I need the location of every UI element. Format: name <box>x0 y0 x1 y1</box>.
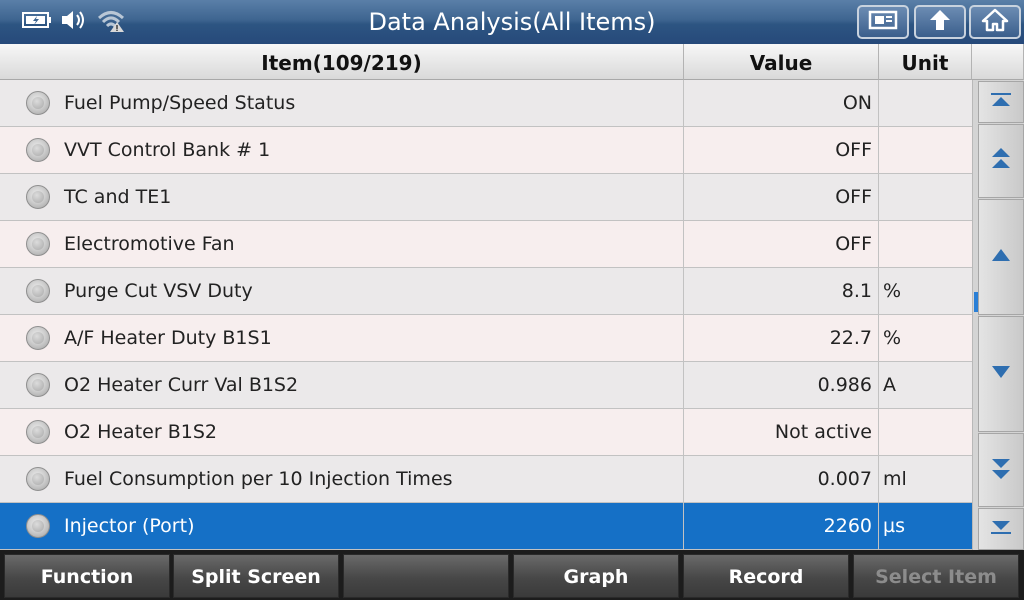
radio-icon[interactable] <box>26 467 50 491</box>
unit-cell <box>879 127 972 173</box>
screenshot-icon <box>868 10 898 34</box>
unit-cell <box>879 221 972 267</box>
item-label: Purge Cut VSV Duty <box>64 280 253 302</box>
item-label: Injector (Port) <box>64 515 195 537</box>
value-cell: ON <box>684 80 879 126</box>
item-label: A/F Heater Duty B1S1 <box>64 327 272 349</box>
unit-cell: µs <box>883 515 905 537</box>
item-cell: O2 Heater B1S2 <box>0 409 684 455</box>
table-row[interactable]: O2 Heater Curr Val B1S2 0.986 A <box>0 362 972 409</box>
value-cell: Not active <box>684 409 879 455</box>
data-table: Fuel Pump/Speed Status ON VVT Control Ba… <box>0 80 972 550</box>
unit-cell <box>879 174 972 220</box>
table-row[interactable]: O2 Heater B1S2 Not active <box>0 409 972 456</box>
table-row[interactable]: A/F Heater Duty B1S1 22.7 % <box>0 315 972 362</box>
page-down-button[interactable] <box>978 433 1024 507</box>
item-label: Fuel Consumption per 10 Injection Times <box>64 468 453 490</box>
item-label: Fuel Pump/Speed Status <box>64 92 296 114</box>
value-cell: 0.986 <box>684 362 879 408</box>
scroll-bottom-button[interactable] <box>978 508 1024 550</box>
item-label: VVT Control Bank # 1 <box>64 139 271 161</box>
item-cell: TC and TE1 <box>0 174 684 220</box>
item-cell: Fuel Consumption per 10 Injection Times <box>0 456 684 502</box>
scroll-top-icon <box>990 92 1012 112</box>
value-cell: 0.007 <box>684 456 879 502</box>
record-button[interactable]: Record <box>683 554 849 598</box>
function-button[interactable]: Function <box>4 554 170 598</box>
scroll-bottom-icon <box>990 519 1012 539</box>
column-header-spacer <box>972 44 1024 80</box>
blank-button[interactable] <box>343 554 509 598</box>
column-header-item[interactable]: Item(109/219) <box>0 44 684 80</box>
table-row[interactable]: Electromotive Fan OFF <box>0 221 972 268</box>
unit-cell: % <box>883 327 902 349</box>
radio-icon[interactable] <box>26 514 50 538</box>
unit-cell: A <box>883 374 896 396</box>
value-cell: OFF <box>684 127 879 173</box>
radio-icon[interactable] <box>26 232 50 256</box>
value-cell: OFF <box>684 221 879 267</box>
table-row[interactable]: Purge Cut VSV Duty 8.1 % <box>0 268 972 315</box>
home-button[interactable] <box>969 5 1021 39</box>
unit-cell: % <box>883 280 902 302</box>
item-label: O2 Heater Curr Val B1S2 <box>64 374 299 396</box>
scroll-top-button[interactable] <box>978 81 1024 123</box>
radio-icon[interactable] <box>26 91 50 115</box>
page-down-icon <box>990 455 1012 485</box>
line-down-button[interactable] <box>978 316 1024 432</box>
value-cell: OFF <box>684 174 879 220</box>
graph-button[interactable]: Graph <box>513 554 679 598</box>
item-label: Electromotive Fan <box>64 233 235 255</box>
item-cell: Purge Cut VSV Duty <box>0 268 684 314</box>
select-item-button[interactable]: Select Item <box>853 554 1019 598</box>
value-cell: 22.7 <box>684 315 879 361</box>
radio-icon[interactable] <box>26 279 50 303</box>
table-row-selected[interactable]: Injector (Port) 2260 µs <box>0 503 972 550</box>
item-cell: Electromotive Fan <box>0 221 684 267</box>
screenshot-button[interactable] <box>857 5 909 39</box>
line-down-icon <box>990 364 1012 384</box>
table-row[interactable]: VVT Control Bank # 1 OFF <box>0 127 972 174</box>
back-icon <box>927 8 953 36</box>
page-up-icon <box>990 146 1012 176</box>
radio-icon[interactable] <box>26 420 50 444</box>
item-cell: O2 Heater Curr Val B1S2 <box>0 362 684 408</box>
table-row[interactable]: TC and TE1 OFF <box>0 174 972 221</box>
column-header-value[interactable]: Value <box>684 44 879 80</box>
item-cell: VVT Control Bank # 1 <box>0 127 684 173</box>
unit-cell <box>879 80 972 126</box>
split-screen-button[interactable]: Split Screen <box>173 554 339 598</box>
item-cell: A/F Heater Duty B1S1 <box>0 315 684 361</box>
value-cell: 8.1 <box>684 268 879 314</box>
unit-cell: ml <box>883 468 907 490</box>
column-header-unit[interactable]: Unit <box>879 44 972 80</box>
page-up-button[interactable] <box>978 124 1024 198</box>
item-label: O2 Heater B1S2 <box>64 421 217 443</box>
unit-cell <box>879 409 972 455</box>
value-cell: 2260 <box>684 503 879 549</box>
back-button[interactable] <box>914 5 966 39</box>
item-cell: Injector (Port) <box>0 503 684 549</box>
radio-icon[interactable] <box>26 185 50 209</box>
radio-icon[interactable] <box>26 326 50 350</box>
table-row[interactable]: Fuel Consumption per 10 Injection Times … <box>0 456 972 503</box>
table-row[interactable]: Fuel Pump/Speed Status ON <box>0 80 972 127</box>
line-up-button[interactable] <box>978 199 1024 315</box>
radio-icon[interactable] <box>26 138 50 162</box>
radio-icon[interactable] <box>26 373 50 397</box>
line-up-icon <box>990 247 1012 267</box>
item-label: TC and TE1 <box>64 186 172 208</box>
item-cell: Fuel Pump/Speed Status <box>0 80 684 126</box>
home-icon <box>981 8 1009 36</box>
